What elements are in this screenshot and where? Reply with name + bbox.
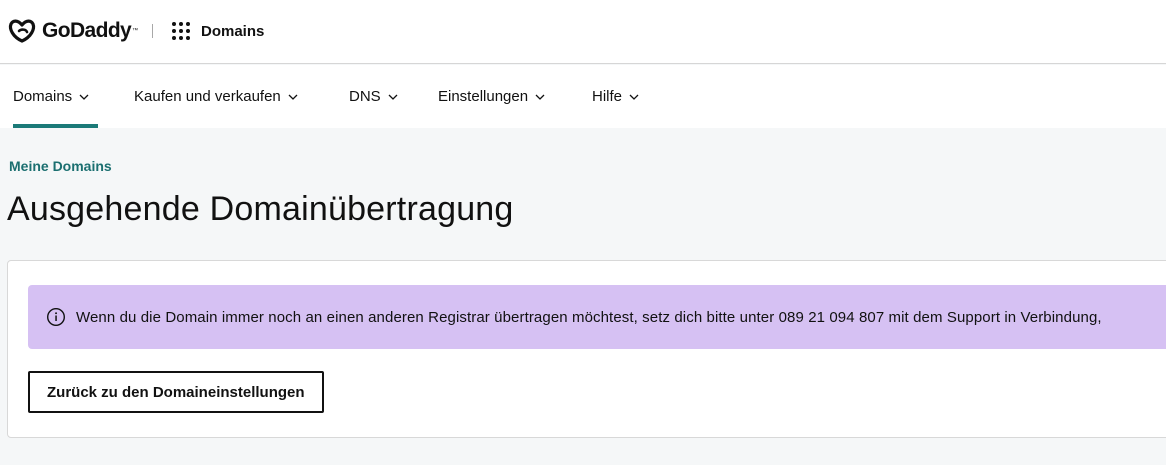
nav-item-hilfe[interactable]: Hilfe	[592, 65, 639, 128]
nav-item-kaufen-und-verkaufen[interactable]: Kaufen und verkaufen	[134, 65, 298, 128]
nav-item-einstellungen[interactable]: Einstellungen	[438, 65, 545, 128]
nav-label: Hilfe	[592, 88, 623, 105]
apps-grid-icon[interactable]	[172, 22, 190, 40]
page-title: Ausgehende Domainübertragung	[7, 190, 514, 228]
transfer-card: Wenn du die Domain immer noch an einen a…	[7, 260, 1166, 438]
nav-item-domains[interactable]: Domains	[13, 65, 99, 128]
info-alert: Wenn du die Domain immer noch an einen a…	[28, 285, 1166, 349]
nav-label: Kaufen und verkaufen	[134, 88, 281, 105]
nav-label: DNS	[349, 88, 381, 105]
chevron-down-icon	[79, 94, 89, 100]
top-header: GoDaddy ™ Domains	[0, 0, 1166, 64]
nav-label: Domains	[13, 88, 73, 105]
chevron-down-icon	[388, 94, 398, 100]
godaddy-logo-icon	[8, 19, 36, 43]
godaddy-logo[interactable]: GoDaddy ™	[7, 18, 138, 44]
alert-message: Wenn du die Domain immer noch an einen a…	[76, 308, 1102, 326]
chevron-down-icon	[535, 94, 545, 100]
header-divider	[152, 24, 153, 38]
product-name: Domains	[201, 23, 265, 40]
nav-item-dns[interactable]: DNS	[349, 65, 398, 128]
breadcrumb-meine-domains[interactable]: Meine Domains	[9, 158, 112, 174]
trademark-symbol: ™	[132, 28, 139, 34]
chevron-down-icon	[629, 94, 639, 100]
brand-name: GoDaddy	[42, 19, 132, 42]
back-to-domain-settings-button[interactable]: Zurück zu den Domaineinstellungen	[28, 371, 324, 413]
chevron-down-icon	[288, 94, 298, 100]
info-icon	[46, 307, 66, 327]
nav-label: Einstellungen	[438, 88, 529, 105]
main-nav: Domains Kaufen und verkaufen DNS Einstel…	[0, 65, 1166, 128]
